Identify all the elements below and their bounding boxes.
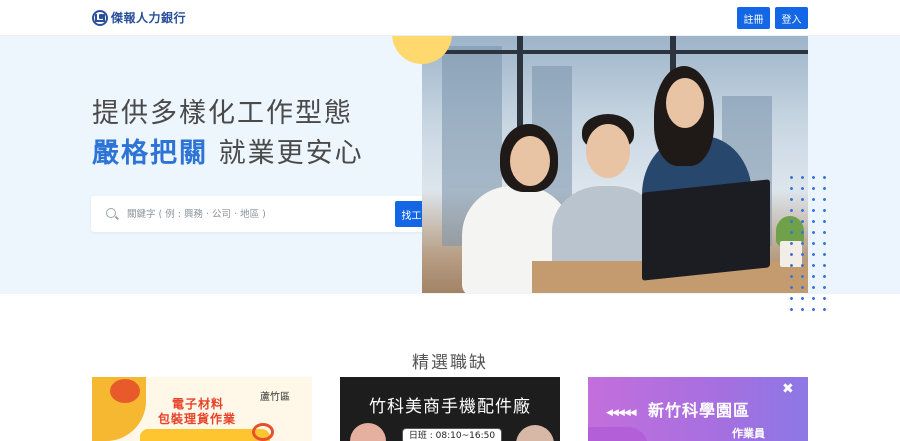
hero-headline-highlight: 嚴格把關 <box>92 138 208 169</box>
arrow-left-icon: ◀◀◀◀◀ <box>606 408 637 418</box>
hero-headline-line2: 嚴格把關 就業更安心 <box>92 131 364 170</box>
cartoon-face-decoration <box>516 425 554 441</box>
job-card-title: 新竹科學園區 <box>648 401 751 420</box>
job-card-subtitle: 作業員 <box>732 427 765 440</box>
login-button[interactable]: 登入 <box>775 7 808 29</box>
job-card-title: 竹科美商手機配件廠 <box>369 397 531 417</box>
logo-icon <box>92 9 108 26</box>
keyword-search-input[interactable] <box>127 205 382 223</box>
logo-text: 傑報人力銀行 <box>111 11 187 25</box>
cartoon-face-decoration <box>350 423 386 441</box>
job-card-subtitle: 包裝理貨作業 <box>158 412 237 426</box>
hero-headline-line1: 提供多樣化工作型態 <box>92 98 353 129</box>
job-card[interactable]: 竹科美商手機配件廠 日班 : 08:10~16:50 <box>340 377 560 441</box>
decorative-dot-grid <box>786 172 832 314</box>
hero-text-panel: 提供多樣化工作型態 嚴格把關 就業更安心 找工作 <box>0 36 443 294</box>
flower-decoration <box>110 379 140 403</box>
job-card-shift-time: 日班 : 08:10~16:50 <box>402 428 502 441</box>
sparkle-icon: ✖ <box>782 381 794 397</box>
register-button[interactable]: 註冊 <box>737 7 770 29</box>
flower-icon <box>252 423 274 441</box>
search-icon <box>106 208 116 218</box>
job-search-bar: 找工作 <box>91 196 443 232</box>
job-card[interactable]: ◀◀◀◀◀ 新竹科學園區 作業員 ✖ <box>588 377 808 441</box>
ribbon-decoration <box>588 427 648 441</box>
hero-photo <box>422 36 808 293</box>
hero-banner: 提供多樣化工作型態 嚴格把關 就業更安心 找工作 <box>0 10 900 294</box>
job-card-area: 蘆竹區 <box>260 392 290 403</box>
hero-headline-rest: 就業更安心 <box>218 138 364 169</box>
banner-band <box>140 429 270 441</box>
top-navbar: 傑報人力銀行 註冊 登入 <box>0 0 900 36</box>
job-card[interactable]: 電子材料 包裝理貨作業 蘆竹區 <box>92 377 312 441</box>
featured-jobs-title: 精選職缺 <box>412 353 488 373</box>
site-logo[interactable]: 傑報人力銀行 <box>92 9 186 26</box>
